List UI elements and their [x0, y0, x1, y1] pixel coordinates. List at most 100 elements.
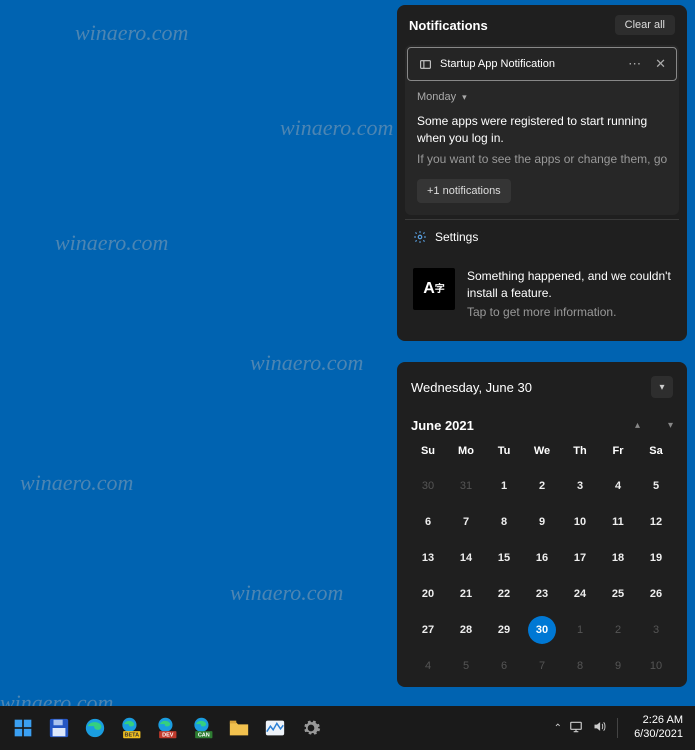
tray-volume-icon[interactable]: [592, 719, 607, 737]
svg-text:BETA: BETA: [124, 733, 139, 739]
collapse-button[interactable]: ▾: [651, 376, 673, 398]
calendar-day[interactable]: 23: [523, 581, 561, 607]
taskbar-app-edge-beta[interactable]: BETA: [114, 711, 148, 745]
calendar-day[interactable]: 2: [599, 617, 637, 643]
calendar-dow: Mo: [447, 445, 485, 463]
svg-text:DEV: DEV: [162, 733, 174, 739]
notification-day[interactable]: Monday ▾: [417, 91, 667, 103]
calendar-dow: Fr: [599, 445, 637, 463]
calendar-day[interactable]: 14: [447, 545, 485, 571]
calendar-day[interactable]: 4: [409, 653, 447, 679]
gear-icon: [413, 230, 427, 244]
calendar-next-button[interactable]: ▾: [668, 420, 673, 431]
taskbar-app-settings[interactable]: [294, 711, 328, 745]
taskbar-app-edge[interactable]: [78, 711, 112, 745]
calendar-day[interactable]: 22: [485, 581, 523, 607]
calendar-day[interactable]: 27: [409, 617, 447, 643]
taskbar-clock[interactable]: 2:26 AM 6/30/2021: [628, 714, 689, 742]
notification-card[interactable]: Startup App Notification ⋯ ✕ Monday ▾ So…: [405, 45, 679, 215]
calendar-dow: Su: [409, 445, 447, 463]
taskbar-app-monitor[interactable]: [258, 711, 292, 745]
divider: [617, 718, 618, 738]
calendar-day[interactable]: 3: [561, 473, 599, 499]
calendar-day[interactable]: 7: [447, 509, 485, 535]
calendar-day[interactable]: 20: [409, 581, 447, 607]
calendar-day[interactable]: 31: [447, 473, 485, 499]
watermark: winaero.com: [280, 115, 393, 141]
taskbar-app-edge-canary[interactable]: CAN: [186, 711, 220, 745]
close-icon[interactable]: ✕: [655, 56, 666, 72]
calendar-day[interactable]: 18: [599, 545, 637, 571]
calendar-dow: Th: [561, 445, 599, 463]
calendar-dow: Tu: [485, 445, 523, 463]
taskbar-app-edge-dev[interactable]: DEV: [150, 711, 184, 745]
calendar-day[interactable]: 5: [637, 473, 675, 499]
app-icon: [418, 57, 432, 71]
calendar-day[interactable]: 28: [447, 617, 485, 643]
calendar-prev-button[interactable]: ▴: [635, 420, 640, 431]
settings-row[interactable]: Settings: [401, 220, 683, 254]
calendar-day[interactable]: 30: [523, 617, 561, 643]
calendar-dow: Sa: [637, 445, 675, 463]
calendar-day[interactable]: 9: [523, 509, 561, 535]
calendar-day[interactable]: 29: [485, 617, 523, 643]
taskbar-date: 6/30/2021: [634, 728, 683, 742]
calendar-grid: SuMoTuWeThFrSa30311234567891011121314151…: [409, 445, 675, 679]
notification-card-header: Startup App Notification ⋯ ✕: [407, 47, 677, 81]
calendar-day[interactable]: 19: [637, 545, 675, 571]
tray-expand-icon[interactable]: ⌃: [554, 723, 562, 734]
calendar-day[interactable]: 15: [485, 545, 523, 571]
tray-monitor-icon[interactable]: [568, 720, 584, 737]
clear-all-button[interactable]: Clear all: [615, 15, 675, 35]
language-icon: A字: [413, 268, 455, 310]
notification-text-primary: Some apps were registered to start runni…: [417, 113, 667, 147]
svg-text:CAN: CAN: [198, 733, 210, 739]
watermark: winaero.com: [75, 20, 188, 46]
watermark: winaero.com: [250, 350, 363, 376]
taskbar-app-explorer[interactable]: [222, 711, 256, 745]
calendar-day[interactable]: 10: [561, 509, 599, 535]
calendar-day[interactable]: 6: [409, 509, 447, 535]
chevron-down-icon: ▾: [462, 92, 467, 103]
notification-text-secondary: If you want to see the apps or change th…: [417, 151, 667, 168]
calendar-day[interactable]: 5: [447, 653, 485, 679]
calendar-day[interactable]: 16: [523, 545, 561, 571]
settings-label: Settings: [435, 230, 478, 244]
calendar-day[interactable]: 6: [485, 653, 523, 679]
calendar-day[interactable]: 8: [561, 653, 599, 679]
calendar-panel: Wednesday, June 30 ▾ June 2021 ▴ ▾ SuMoT…: [397, 362, 687, 687]
taskbar-app-save[interactable]: [42, 711, 76, 745]
calendar-day[interactable]: 17: [561, 545, 599, 571]
calendar-day[interactable]: 10: [637, 653, 675, 679]
calendar-day[interactable]: 25: [599, 581, 637, 607]
notification-card[interactable]: A字 Something happened, and we couldn't i…: [401, 254, 683, 336]
calendar-day[interactable]: 2: [523, 473, 561, 499]
notifications-panel: Notifications Clear all Startup App Noti…: [397, 5, 687, 341]
more-options-icon[interactable]: ⋯: [628, 56, 641, 72]
calendar-month-label[interactable]: June 2021: [411, 418, 474, 433]
notification-text-primary: Something happened, and we couldn't inst…: [467, 268, 671, 300]
watermark: winaero.com: [20, 470, 133, 496]
calendar-day[interactable]: 3: [637, 617, 675, 643]
calendar-day[interactable]: 11: [599, 509, 637, 535]
calendar-day[interactable]: 9: [599, 653, 637, 679]
calendar-day[interactable]: 12: [637, 509, 675, 535]
calendar-day[interactable]: 8: [485, 509, 523, 535]
taskbar: BETA DEV CAN ⌃ 2:26 AM 6/30/2021: [0, 706, 695, 750]
calendar-day[interactable]: 1: [561, 617, 599, 643]
calendar-day[interactable]: 4: [599, 473, 637, 499]
calendar-day[interactable]: 21: [447, 581, 485, 607]
calendar-day[interactable]: 26: [637, 581, 675, 607]
more-notifications-button[interactable]: +1 notifications: [417, 179, 511, 203]
calendar-day[interactable]: 24: [561, 581, 599, 607]
notification-text-secondary: Tap to get more information.: [467, 305, 671, 319]
calendar-dow: We: [523, 445, 561, 463]
watermark: winaero.com: [230, 580, 343, 606]
chevron-down-icon: ▾: [659, 382, 664, 393]
calendar-day[interactable]: 13: [409, 545, 447, 571]
calendar-day[interactable]: 7: [523, 653, 561, 679]
start-button[interactable]: [6, 711, 40, 745]
calendar-full-date: Wednesday, June 30: [411, 380, 532, 395]
calendar-day[interactable]: 1: [485, 473, 523, 499]
calendar-day[interactable]: 30: [409, 473, 447, 499]
